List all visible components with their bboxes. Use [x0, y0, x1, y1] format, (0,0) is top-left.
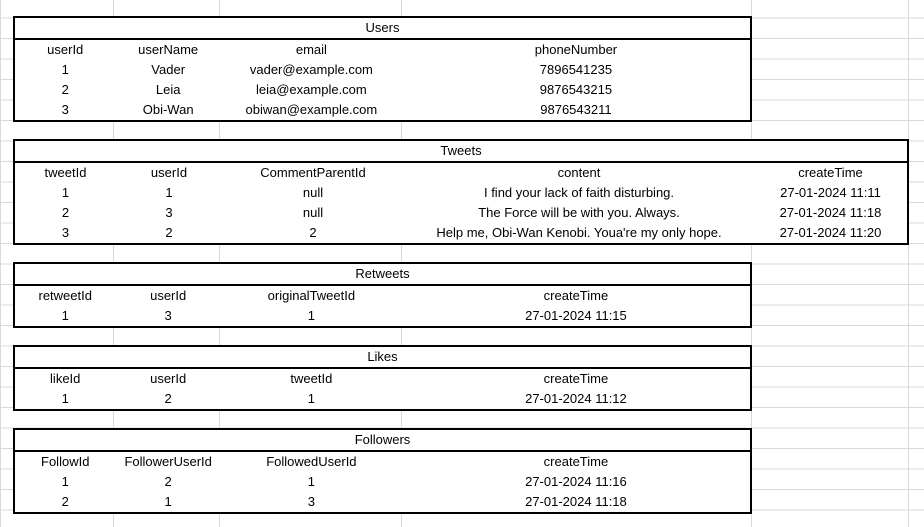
- column-header[interactable]: FollowedUserId: [221, 452, 402, 472]
- table-cell[interactable]: 27-01-2024 11:11: [754, 183, 907, 203]
- column-header[interactable]: email: [221, 40, 402, 60]
- table-row: 3 2 2 Help me, Obi-Wan Kenobi. Youa're m…: [15, 223, 907, 243]
- table-cell[interactable]: 9876543211: [402, 100, 750, 120]
- grid-column-line: [908, 0, 909, 527]
- column-header[interactable]: userId: [115, 369, 220, 389]
- table-cell[interactable]: Obi-Wan: [115, 100, 220, 120]
- table-cell[interactable]: null: [222, 203, 404, 223]
- table-cell[interactable]: 1: [221, 472, 402, 492]
- table-row: 2 3 null The Force will be with you. Alw…: [15, 203, 907, 223]
- column-header[interactable]: phoneNumber: [402, 40, 750, 60]
- table-cell[interactable]: 27-01-2024 11:15: [402, 306, 750, 326]
- column-header[interactable]: FollowerUserId: [115, 452, 220, 472]
- table-cell[interactable]: 1: [221, 389, 402, 409]
- table-cell[interactable]: null: [222, 183, 404, 203]
- table-cell[interactable]: vader@example.com: [221, 60, 402, 80]
- users-table: Users userId userName email phoneNumber …: [13, 16, 752, 122]
- tweets-table: Tweets tweetId userId CommentParentId co…: [13, 139, 909, 245]
- column-header[interactable]: userId: [15, 40, 115, 60]
- table-row: 1 Vader vader@example.com 7896541235: [15, 60, 750, 80]
- followers-table: Followers FollowId FollowerUserId Follow…: [13, 428, 752, 514]
- table-cell[interactable]: 2: [115, 389, 220, 409]
- table-cell[interactable]: 3: [15, 100, 115, 120]
- table-cell[interactable]: 1: [116, 183, 222, 203]
- table-cell[interactable]: 27-01-2024 11:12: [402, 389, 750, 409]
- table-cell[interactable]: 1: [15, 60, 115, 80]
- table-header-row: userId userName email phoneNumber: [15, 40, 750, 60]
- table-title: Retweets: [15, 264, 750, 286]
- table-cell[interactable]: 3: [116, 203, 222, 223]
- table-cell[interactable]: 2: [15, 492, 115, 512]
- table-cell[interactable]: Vader: [115, 60, 220, 80]
- likes-table: Likes likeId userId tweetId createTime 1…: [13, 345, 752, 411]
- table-header-row: FollowId FollowerUserId FollowedUserId c…: [15, 452, 750, 472]
- table-cell[interactable]: 9876543215: [402, 80, 750, 100]
- table-cell[interactable]: I find your lack of faith disturbing.: [404, 183, 754, 203]
- table-cell[interactable]: 3: [15, 223, 116, 243]
- table-row: 1 2 1 27-01-2024 11:16: [15, 472, 750, 492]
- table-cell[interactable]: 3: [115, 306, 220, 326]
- column-header[interactable]: content: [404, 163, 754, 183]
- table-row: 2 1 3 27-01-2024 11:18: [15, 492, 750, 512]
- table-cell[interactable]: obiwan@example.com: [221, 100, 402, 120]
- table-cell[interactable]: 3: [221, 492, 402, 512]
- table-cell[interactable]: 1: [15, 472, 115, 492]
- table-cell[interactable]: 1: [15, 389, 115, 409]
- table-header-row: tweetId userId CommentParentId content c…: [15, 163, 907, 183]
- table-header-row: retweetId userId originalTweetId createT…: [15, 286, 750, 306]
- table-cell[interactable]: Help me, Obi-Wan Kenobi. Youa're my only…: [404, 223, 754, 243]
- table-cell[interactable]: 27-01-2024 11:20: [754, 223, 907, 243]
- table-row: 1 3 1 27-01-2024 11:15: [15, 306, 750, 326]
- table-cell[interactable]: Leia: [115, 80, 220, 100]
- table-cell[interactable]: 2: [15, 203, 116, 223]
- table-cell[interactable]: 1: [15, 183, 116, 203]
- table-row: 2 Leia leia@example.com 9876543215: [15, 80, 750, 100]
- column-header[interactable]: CommentParentId: [222, 163, 404, 183]
- table-title: Followers: [15, 430, 750, 452]
- table-title: Likes: [15, 347, 750, 369]
- column-header[interactable]: userName: [115, 40, 220, 60]
- column-header[interactable]: userId: [115, 286, 220, 306]
- table-cell[interactable]: 1: [221, 306, 402, 326]
- table-cell[interactable]: The Force will be with you. Always.: [404, 203, 754, 223]
- column-header[interactable]: FollowId: [15, 452, 115, 472]
- table-row: 3 Obi-Wan obiwan@example.com 9876543211: [15, 100, 750, 120]
- column-header[interactable]: likeId: [15, 369, 115, 389]
- table-row: 1 1 null I find your lack of faith distu…: [15, 183, 907, 203]
- column-header[interactable]: createTime: [402, 452, 750, 472]
- table-cell[interactable]: 2: [115, 472, 220, 492]
- table-cell[interactable]: 2: [116, 223, 222, 243]
- column-header[interactable]: originalTweetId: [221, 286, 402, 306]
- table-cell[interactable]: 27-01-2024 11:18: [754, 203, 907, 223]
- retweets-table: Retweets retweetId userId originalTweetI…: [13, 262, 752, 328]
- table-cell[interactable]: 1: [15, 306, 115, 326]
- column-header[interactable]: retweetId: [15, 286, 115, 306]
- table-cell[interactable]: 1: [115, 492, 220, 512]
- column-header[interactable]: createTime: [402, 369, 750, 389]
- column-header[interactable]: createTime: [754, 163, 907, 183]
- column-header[interactable]: createTime: [402, 286, 750, 306]
- column-header[interactable]: userId: [116, 163, 222, 183]
- table-cell[interactable]: 2: [222, 223, 404, 243]
- table-cell[interactable]: 27-01-2024 11:18: [402, 492, 750, 512]
- table-cell[interactable]: 27-01-2024 11:16: [402, 472, 750, 492]
- table-cell[interactable]: 7896541235: [402, 60, 750, 80]
- column-header[interactable]: tweetId: [15, 163, 116, 183]
- table-row: 1 2 1 27-01-2024 11:12: [15, 389, 750, 409]
- table-header-row: likeId userId tweetId createTime: [15, 369, 750, 389]
- table-cell[interactable]: 2: [15, 80, 115, 100]
- table-cell[interactable]: leia@example.com: [221, 80, 402, 100]
- table-title: Tweets: [15, 141, 907, 163]
- column-header[interactable]: tweetId: [221, 369, 402, 389]
- table-title: Users: [15, 18, 750, 40]
